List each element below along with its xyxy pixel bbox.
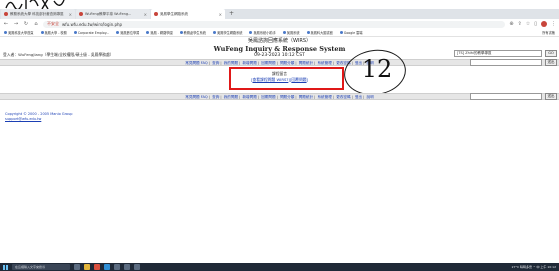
copyright-block: Copyright © 2000 - 2005 Manio Group supp… bbox=[5, 112, 73, 121]
bookmarks-bar: 吳鳳科技大學首頁 吳鳳大學 - 校務 Corporate Employ... 吳… bbox=[0, 29, 559, 37]
support-email-link[interactable]: support@wfu.edu.tw bbox=[5, 117, 73, 122]
home-icon[interactable]: ⌂ bbox=[33, 21, 39, 27]
bookmark-item[interactable]: 吳鳳系統 bbox=[282, 30, 300, 35]
bookmark-item[interactable]: 吳鳳大學 - 校務 bbox=[40, 30, 67, 35]
menu-item-password[interactable]: 更改密碼 bbox=[336, 95, 350, 99]
browser-tab[interactable]: WuFeng教學平臺 WuFeng... × bbox=[76, 9, 150, 19]
menu-icon[interactable]: ⋮ bbox=[551, 21, 556, 27]
bookmark-item[interactable]: 吳鳳科技大學首頁 bbox=[4, 30, 34, 35]
new-tab-button[interactable]: + bbox=[225, 9, 238, 19]
url-input[interactable]: 不安全 wfu.wfu.edu.tw/wirs/login.php bbox=[43, 20, 506, 28]
share-icon[interactable]: ⇪ bbox=[518, 21, 522, 27]
menu-item-my-questions[interactable]: 我的問題 bbox=[224, 61, 238, 65]
store-icon[interactable] bbox=[114, 264, 120, 270]
browser-actions: ⊕ ⇪ ☆ ▯ ⋮ bbox=[509, 21, 556, 27]
zoom-icon[interactable]: ⊕ bbox=[509, 21, 513, 27]
menu-item-new-question[interactable]: 新增問題 bbox=[242, 61, 256, 65]
bookmark-item[interactable]: 所有書籤 bbox=[542, 30, 555, 35]
insecure-label: 不安全 bbox=[47, 21, 59, 26]
browser-tab-strip: 教務系統大學 科技部計畫查詢專區 × WuFeng教學平臺 WuFeng... … bbox=[0, 9, 559, 19]
sidebar-icon[interactable]: ▯ bbox=[534, 21, 537, 27]
favicon-icon bbox=[79, 12, 83, 16]
url-text: wfu.wfu.edu.tw/wirs/login.php bbox=[62, 21, 123, 27]
highlight-box bbox=[229, 67, 344, 90]
search-submit-button-bottom[interactable]: 送出 bbox=[545, 93, 557, 100]
bookmark-item[interactable]: 吳鳳 - 網路學園 bbox=[146, 30, 173, 35]
search-input[interactable] bbox=[470, 59, 542, 66]
menu-item-category[interactable]: 問題分類 bbox=[280, 95, 294, 99]
go-button[interactable]: GO bbox=[545, 50, 557, 57]
menu-item-reply[interactable]: 回覆問題 bbox=[261, 61, 275, 65]
search-submit-button[interactable]: 送出 bbox=[545, 59, 557, 66]
browser-tab[interactable]: 教務系統大學 科技部計畫查詢專區 × bbox=[1, 9, 75, 19]
annotation-number: 12 bbox=[361, 55, 393, 83]
menu-item-stats[interactable]: 問題統計 bbox=[299, 95, 313, 99]
login-user-info: 登入者：WuFengJiang（學生端/全校權限/碩士級 - 吳鳳學務處） bbox=[3, 52, 114, 57]
chrome-icon[interactable] bbox=[94, 264, 100, 270]
reload-icon[interactable]: ↻ bbox=[23, 21, 29, 27]
search-input-bottom[interactable] bbox=[470, 93, 542, 100]
edge-icon[interactable] bbox=[104, 264, 110, 270]
system-title-zh: 吳鳳諮詢回應系統（WIRS） bbox=[247, 38, 312, 44]
category-select[interactable]: [TS] Zhihi的教學專區 bbox=[454, 50, 542, 57]
bookmark-item[interactable]: 吳鳳數位學習 bbox=[116, 30, 139, 35]
menu-item-category[interactable]: 問題分類 bbox=[280, 61, 294, 65]
app-icon[interactable] bbox=[134, 264, 140, 270]
tab-label: WuFeng教學平臺 WuFeng... bbox=[85, 11, 132, 16]
menu-item-stats[interactable]: 問題統計 bbox=[299, 61, 313, 65]
profile-avatar[interactable] bbox=[541, 21, 547, 27]
task-view-icon[interactable] bbox=[74, 264, 80, 270]
bookmark-item[interactable]: Corporate Employ... bbox=[73, 31, 109, 35]
menu-item-new-question[interactable]: 新增問題 bbox=[242, 95, 256, 99]
close-icon[interactable]: × bbox=[69, 12, 72, 17]
menu-item-admin[interactable]: 系統管理 bbox=[317, 61, 331, 65]
windows-start-icon[interactable] bbox=[3, 264, 8, 270]
system-tray: 27°C 晴時多雲 ^ 中 上午 10:12 bbox=[511, 265, 556, 269]
favicon-icon bbox=[4, 12, 8, 16]
close-icon[interactable]: × bbox=[144, 12, 147, 17]
star-icon[interactable]: ☆ bbox=[526, 21, 530, 27]
screen: 教務系統大學 科技部計畫查詢專區 × WuFeng教學平臺 WuFeng... … bbox=[0, 0, 559, 271]
mail-icon[interactable] bbox=[124, 264, 130, 270]
browser-tab-active[interactable]: 吳鳳學生網路系統 × bbox=[151, 9, 225, 19]
back-icon[interactable]: ← bbox=[3, 21, 9, 27]
copyright-text: Copyright © 2000 - 2005 Manio Group bbox=[5, 112, 73, 116]
bookmark-item[interactable]: 吳鳳系統小助手 bbox=[249, 30, 276, 35]
menu-item-my-questions[interactable]: 我的問題 bbox=[224, 95, 238, 99]
menu-item-admin[interactable]: 系統管理 bbox=[317, 95, 331, 99]
forward-icon[interactable]: → bbox=[13, 21, 19, 27]
tab-label: 教務系統大學 科技部計畫查詢專區 bbox=[10, 11, 64, 16]
menu-item-help[interactable]: 說明 bbox=[367, 95, 374, 99]
menu-item-faq[interactable]: 常見問題 FAQ bbox=[185, 95, 207, 99]
bookmark-item[interactable]: Google 雲端 bbox=[339, 30, 362, 35]
favicon-icon bbox=[154, 12, 158, 16]
file-explorer-icon[interactable] bbox=[84, 264, 90, 270]
menu-item-faq[interactable]: 常見問題 FAQ bbox=[185, 61, 207, 65]
bookmark-item[interactable]: 吳鳳科大圖書館 bbox=[306, 30, 333, 35]
close-icon[interactable]: × bbox=[219, 12, 222, 17]
tab-label: 吳鳳學生網路系統 bbox=[160, 11, 188, 16]
menu-item-reply[interactable]: 回覆問題 bbox=[261, 95, 275, 99]
address-bar-row: ← → ↻ ⌂ 不安全 wfu.wfu.edu.tw/wirs/login.ph… bbox=[0, 19, 559, 29]
bookmark-item[interactable]: 吳鳳學生網路系統 bbox=[212, 30, 242, 35]
taskbar-search-input[interactable]: 在這裡輸入文字來搜尋 bbox=[12, 264, 70, 270]
windows-taskbar: 在這裡輸入文字來搜尋 27°C 晴時多雲 ^ 中 上午 10:12 bbox=[0, 263, 559, 271]
bookmark-item[interactable]: 教務處學生系統 bbox=[179, 30, 206, 35]
